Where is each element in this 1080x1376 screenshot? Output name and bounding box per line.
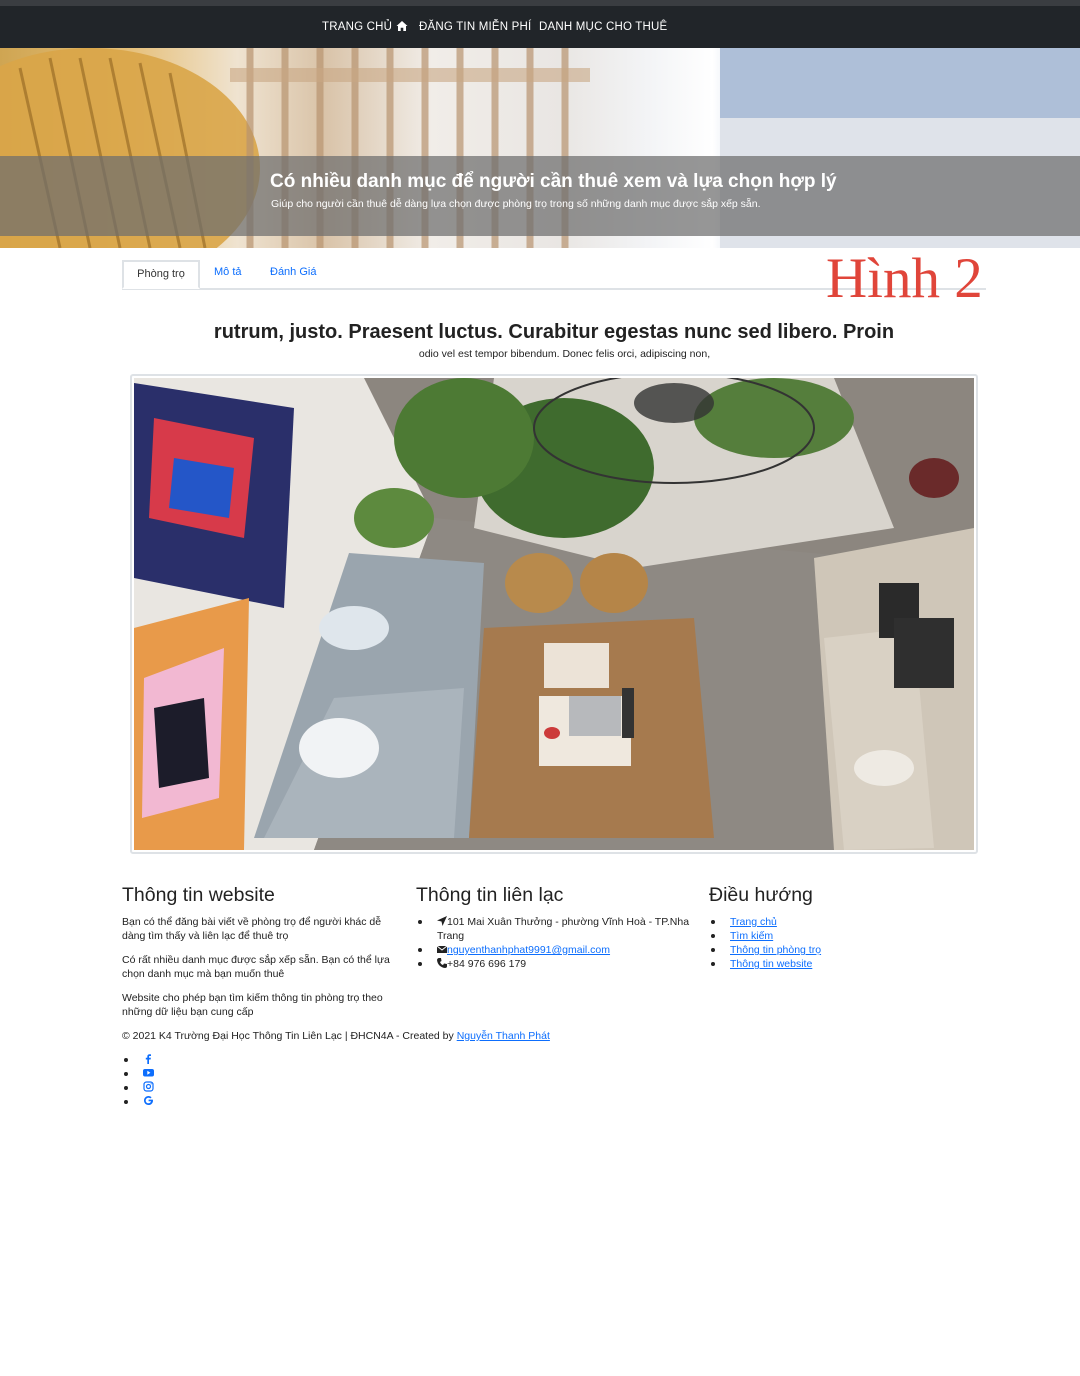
list-item [122, 1053, 154, 1067]
hero-subtitle: Giúp cho người cần thuê dễ dàng lựa chọn… [271, 198, 761, 210]
room-photo [134, 378, 974, 850]
home-icon[interactable] [396, 20, 408, 32]
content-subline: odio vel est tempor bibendum. Donec feli… [418, 348, 711, 360]
hero-title: Có nhiều danh mục để người cần thuê xem … [270, 171, 837, 192]
contact-phone-item: +84 976 696 179 [416, 957, 696, 971]
list-item: Thông tin website [709, 957, 929, 971]
footer-website-info: Thông tin website Bạn có thể đăng bài vi… [122, 884, 394, 1029]
copyright: © 2021 K4 Trường Đại Học Thông Tin Liên … [122, 1030, 550, 1042]
figure-watermark: Hình 2 [826, 247, 983, 310]
footer-website-heading: Thông tin website [122, 884, 275, 906]
list-item: Tìm kiếm [709, 929, 929, 943]
hero-caption-band [0, 156, 1080, 236]
navbar: TRANG CHỦ ĐĂNG TIN MIỄN PHÍ DANH MỤC CHO… [0, 6, 1080, 48]
list-item: Thông tin phòng trọ [709, 943, 929, 957]
footer-link-home[interactable]: Trang chủ [730, 916, 777, 928]
tab-description[interactable]: Mô tả [214, 260, 242, 289]
list-item [122, 1095, 154, 1109]
youtube-icon[interactable] [143, 1067, 154, 1078]
contact-phone: +84 976 696 179 [447, 958, 527, 970]
social-links [122, 1053, 154, 1109]
hero-banner: Có nhiều danh mục để người cần thuê xem … [0, 48, 1080, 248]
contact-email-link[interactable]: nguyenthanhphat9991@gmail.com [447, 944, 610, 956]
footer-navigation-heading: Điều hướng [709, 884, 813, 906]
nav-category-link[interactable]: DANH MỤC CHO THUÊ [539, 21, 667, 33]
footer-link-room-info[interactable]: Thông tin phòng trọ [730, 944, 821, 956]
list-item [122, 1067, 154, 1081]
tab-review[interactable]: Đánh Giá [270, 260, 316, 289]
contact-email-item: nguyenthanhphat9991@gmail.com [416, 943, 696, 957]
tab-rooms[interactable]: Phòng trọ [122, 260, 200, 289]
footer-link-search[interactable]: Tìm kiếm [730, 930, 773, 942]
phone-icon [437, 958, 447, 968]
footer-contact-info: Thông tin liên lạc 101 Mai Xuân Thưởng -… [416, 884, 696, 971]
list-item [122, 1081, 154, 1095]
contact-address: 101 Mai Xuân Thưởng - phường Vĩnh Hoà - … [437, 916, 690, 942]
facebook-icon[interactable] [143, 1053, 154, 1064]
footer-contact-heading: Thông tin liên lạc [416, 884, 564, 906]
navigation-list: Trang chủ Tìm kiếm Thông tin phòng trọ T… [709, 915, 929, 971]
copyright-text: © 2021 K4 Trường Đại Học Thông Tin Liên … [122, 1030, 457, 1042]
author-link[interactable]: Nguyễn Thanh Phát [457, 1030, 550, 1042]
contact-address-item: 101 Mai Xuân Thưởng - phường Vĩnh Hoà - … [416, 915, 696, 943]
nav-home-link[interactable]: TRANG CHỦ [322, 21, 392, 33]
footer-navigation: Điều hướng Trang chủ Tìm kiếm Thông tin … [709, 884, 929, 971]
footer-website-paragraph: Có rất nhiều danh mục được sắp xếp sẵn. … [122, 954, 390, 980]
content-headline: rutrum, justo. Praesent luctus. Curabitu… [213, 321, 895, 343]
instagram-icon[interactable] [143, 1081, 154, 1092]
contact-list: 101 Mai Xuân Thưởng - phường Vĩnh Hoà - … [416, 915, 696, 971]
google-icon[interactable] [143, 1095, 154, 1106]
nav-post-free-link[interactable]: ĐĂNG TIN MIỄN PHÍ [419, 21, 531, 33]
room-image [130, 374, 978, 854]
footer-website-paragraph: Bạn có thể đăng bài viết về phòng trọ để… [122, 916, 382, 942]
footer-website-paragraph: Website cho phép bạn tìm kiếm thông tin … [122, 992, 383, 1018]
footer-link-website-info[interactable]: Thông tin website [730, 958, 812, 970]
location-arrow-icon [437, 916, 447, 926]
envelope-icon [437, 945, 447, 953]
list-item: Trang chủ [709, 915, 929, 929]
